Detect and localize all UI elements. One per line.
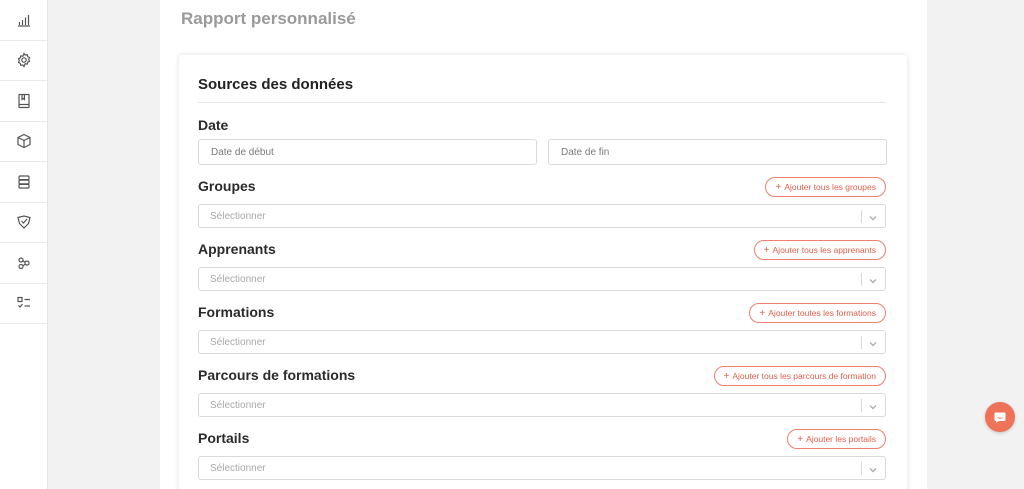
card-title: Sources des données (198, 76, 354, 93)
sidebar-item-products[interactable] (0, 122, 47, 162)
add-portals-button-label: Ajouter les portails (806, 434, 876, 444)
sidebar-item-certifications[interactable] (0, 203, 47, 243)
add-portals-button[interactable]: + Ajouter les portails (787, 429, 886, 449)
portals-label: Portails (198, 430, 250, 446)
checklist-icon (16, 297, 30, 309)
plus-icon: + (775, 181, 782, 193)
add-all-learning-paths-button[interactable]: + Ajouter tous les parcours de formation (713, 366, 886, 386)
select-divider (861, 210, 862, 223)
add-all-groups-button[interactable]: + Ajouter tous les groupes (765, 177, 886, 197)
start-date-input[interactable] (198, 139, 537, 165)
add-all-groups-button-label: Ajouter tous les groupes (784, 182, 876, 192)
groups-select-placeholder: Sélectionner (210, 211, 266, 222)
chevron-down-icon[interactable] (867, 400, 879, 412)
select-divider (861, 462, 862, 475)
learning-paths-select[interactable]: Sélectionner (198, 393, 886, 417)
shield-icon (16, 215, 31, 230)
cube-icon (16, 134, 31, 149)
add-all-trainings-button[interactable]: + Ajouter toutes les formations (749, 303, 886, 323)
network-icon (17, 257, 30, 269)
plus-icon: + (763, 244, 770, 256)
sidebar-item-settings[interactable] (0, 41, 47, 81)
sidebar-item-integrations[interactable] (0, 243, 47, 284)
add-all-trainings-button-label: Ajouter toutes les formations (768, 308, 876, 318)
plus-icon: + (759, 307, 766, 319)
select-divider (861, 336, 862, 349)
sidebar-item-statistics[interactable] (0, 0, 47, 41)
chevron-down-icon[interactable] (867, 463, 879, 475)
data-sources-card: Sources des données Date Groupes +Ajoute… (179, 55, 907, 489)
sidebar-item-tasks[interactable] (0, 284, 47, 324)
book-icon (17, 93, 30, 108)
learning-paths-select-placeholder: Sélectionner (210, 400, 266, 411)
add-all-learning-paths-button-label: Ajouter tous les parcours de formation (732, 371, 876, 381)
chevron-down-icon[interactable] (867, 211, 879, 223)
sidebar (0, 0, 48, 489)
chevron-down-icon[interactable] (867, 274, 879, 286)
portals-select[interactable]: Sélectionner (198, 456, 886, 480)
learners-select[interactable]: Sélectionner (198, 267, 886, 291)
add-all-learners-button[interactable]: + Ajouter tous les apprenants (753, 240, 886, 260)
add-all-learners-button-label: Ajouter tous les apprenants (772, 245, 876, 255)
groups-select[interactable]: Sélectionner (198, 204, 886, 228)
select-divider (861, 273, 862, 286)
end-date-input[interactable] (548, 139, 887, 165)
trainings-label: Formations (198, 304, 275, 320)
chevron-down-icon[interactable] (867, 337, 879, 349)
chat-button[interactable] (985, 402, 1015, 432)
plus-icon: + (797, 433, 804, 445)
plus-icon: + (723, 370, 730, 382)
date-label: Date (198, 117, 229, 133)
page: Rapport personnalisé Sources des données… (160, 0, 927, 489)
sidebar-item-library[interactable] (0, 81, 47, 122)
trainings-select-placeholder: Sélectionner (210, 337, 266, 348)
sidebar-item-data[interactable] (0, 162, 47, 203)
portals-select-placeholder: Sélectionner (210, 463, 266, 474)
trainings-select[interactable]: Sélectionner (198, 330, 886, 354)
learners-label: Apprenants (198, 241, 276, 257)
chat-icon (994, 412, 1006, 423)
gear-icon (17, 52, 30, 68)
select-divider (861, 399, 862, 412)
learners-select-placeholder: Sélectionner (210, 274, 266, 285)
learning-paths-label: Parcours de formations (198, 367, 356, 383)
card-divider (198, 102, 886, 103)
bar-chart-icon (17, 14, 30, 27)
groups-label: Groupes (198, 178, 256, 194)
page-title: Rapport personnalisé (181, 9, 356, 28)
database-icon (17, 175, 30, 189)
